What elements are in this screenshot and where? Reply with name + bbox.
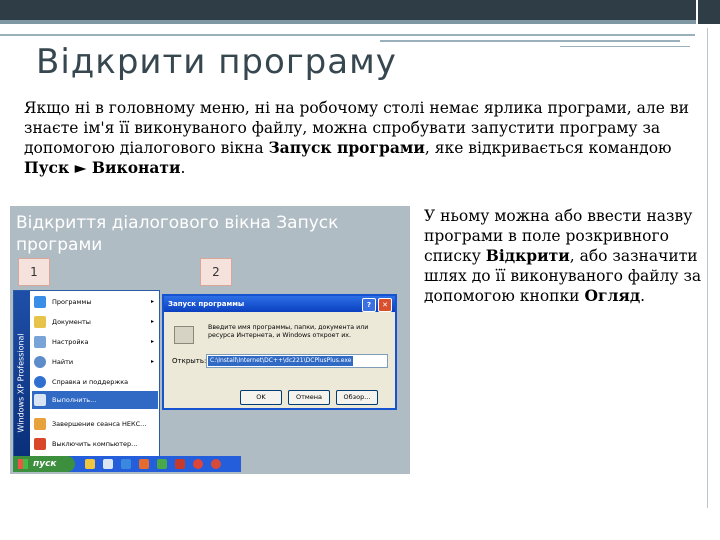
programs-icon [34,296,46,308]
windows-flag-icon [18,459,28,469]
documents-icon [34,316,46,328]
decorative-side-line [707,28,708,508]
intro-bold-run-dialog: Запуск програми [268,138,425,157]
os-label: Windows XP Professional [16,333,26,433]
top-band [0,0,696,20]
step-badge-2: 2 [200,258,232,286]
slide-title: Відкрити програму [36,42,397,82]
help-icon [34,376,46,388]
close-button[interactable]: ✕ [378,298,392,312]
dialog-description: Введите имя программы, папки, документа … [208,324,369,339]
chevron-right-icon: ▸ [150,298,154,305]
right-bold-open: Відкрити [485,246,570,265]
start-menu-item-logoff[interactable]: Завершение сеанса НЕКС... [32,415,158,433]
intro-bold-command: Пуск ► Виконати [24,158,181,177]
start-menu-item-settings[interactable]: Настройка ▸ [32,333,158,351]
start-menu-item-programs[interactable]: Программы ▸ [32,293,158,311]
start-menu-item-shutdown[interactable]: Выключить компьютер... [32,435,158,453]
top-corner-block [698,0,720,24]
logoff-icon [34,418,46,430]
browse-button[interactable]: Обзор... [336,390,378,405]
dialog-title: Запуск программы [168,300,245,308]
right-paragraph: У ньому можна або ввести назву програми … [424,206,704,306]
ok-button[interactable]: OK [240,390,282,405]
cancel-button[interactable]: Отмена [288,390,330,405]
screenshot-caption: Відкриття діалогового вікна Запуск прогр… [16,213,339,255]
decorative-rule [560,46,690,47]
chevron-right-icon: ▸ [150,338,154,345]
taskbar: пуск [13,456,241,472]
run-program-icon [174,326,194,344]
start-menu: Windows XP Professional Программы ▸ Доку… [13,290,160,458]
quicklaunch-icon[interactable] [193,459,203,469]
settings-icon [34,336,46,348]
help-button[interactable]: ? [362,298,376,312]
chevron-right-icon: ▸ [150,358,154,365]
run-icon [34,394,46,406]
intro-text: , яке відкривається командою [424,139,672,157]
open-field-value: C:\Install\Internet\DC++\dc221\DCPlusPlu… [208,356,354,366]
decorative-rule [0,34,695,36]
dialog-title-bar: Запуск программы ? ✕ [164,296,395,312]
top-band-accent [0,20,696,24]
intro-text: . [180,159,186,177]
open-label: Открыть: [172,357,207,365]
step-badge-1: 1 [18,258,50,286]
slide-top-bar [0,0,720,26]
quicklaunch-icon[interactable] [175,459,185,469]
run-dialog: Запуск программы ? ✕ Введите имя програм… [162,294,397,410]
search-icon [34,356,46,368]
quicklaunch-icon[interactable] [157,459,167,469]
start-menu-side-band: Windows XP Professional [14,291,30,457]
quicklaunch-icon[interactable] [103,459,113,469]
start-menu-item-help[interactable]: Справка и поддержка [32,373,158,391]
chevron-right-icon: ▸ [150,318,154,325]
start-menu-item-documents[interactable]: Документы ▸ [32,313,158,331]
quicklaunch-icon[interactable] [139,459,149,469]
quicklaunch-icon[interactable] [85,459,95,469]
intro-paragraph: Якщо ні в головному меню, ні на робочому… [24,98,704,178]
quicklaunch-icon[interactable] [121,459,131,469]
decorative-rule [380,40,680,42]
right-text: . [640,287,646,305]
right-bold-browse: Огляд [584,286,641,305]
open-combobox[interactable]: C:\Install\Internet\DC++\dc221\DCPlusPlu… [206,354,388,368]
quicklaunch-icon[interactable] [211,459,221,469]
power-icon [34,438,46,450]
start-menu-item-search[interactable]: Найти ▸ [32,353,158,371]
start-menu-item-run[interactable]: Выполнить... [32,391,158,409]
start-button[interactable]: пуск [13,456,75,472]
